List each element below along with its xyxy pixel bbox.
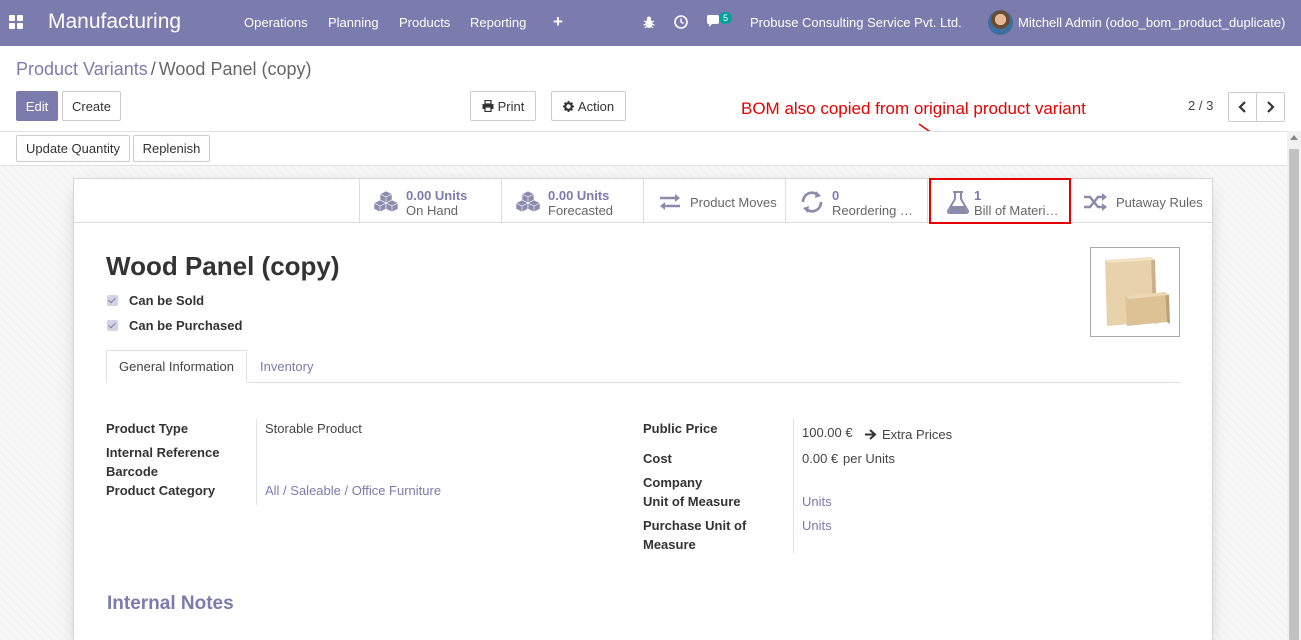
replenish-button[interactable]: Replenish xyxy=(133,135,210,162)
extra-prices-button[interactable]: Extra Prices xyxy=(864,427,952,442)
cubes-icon xyxy=(515,190,541,213)
cost-label: Cost xyxy=(643,451,672,466)
print-label: Print xyxy=(497,98,525,114)
reordering-value: 0 xyxy=(832,188,840,203)
purchase-uom-link[interactable]: Units xyxy=(802,518,832,533)
chevron-left-icon xyxy=(1238,101,1246,113)
on-hand-button[interactable]: 0.00 Units On Hand xyxy=(359,179,501,223)
breadcrumb-current: Wood Panel (copy) xyxy=(158,59,312,79)
forecasted-button[interactable]: 0.00 Units Forecasted xyxy=(501,179,643,223)
cost-unit-text: per Units xyxy=(843,451,896,466)
apps-menu-icon[interactable] xyxy=(9,15,23,29)
reordering-rules-button[interactable]: 0 Reordering … xyxy=(785,179,927,223)
product-image[interactable] xyxy=(1090,247,1180,337)
app-brand[interactable]: Manufacturing xyxy=(48,10,181,34)
extra-prices-label: Extra Prices xyxy=(882,427,953,442)
edit-button[interactable]: Edit xyxy=(16,91,58,121)
menu-reporting[interactable]: Reporting xyxy=(470,15,526,30)
pager-next-button[interactable] xyxy=(1256,92,1285,122)
reordering-label: Reordering … xyxy=(832,203,913,218)
product-name[interactable]: Wood Panel (copy) xyxy=(106,251,340,282)
clock-icon[interactable] xyxy=(673,14,689,30)
product-moves-button[interactable]: Product Moves xyxy=(643,179,785,223)
left-field-divider xyxy=(256,419,257,505)
putaway-rules-button[interactable]: Putaway Rules xyxy=(1069,179,1212,223)
unit-of-measure-link[interactable]: Units xyxy=(802,494,832,509)
can-be-purchased-label: Can be Purchased xyxy=(129,318,243,333)
public-price-label: Public Price xyxy=(643,421,718,436)
user-avatar[interactable] xyxy=(988,10,1013,35)
product-type-field[interactable]: Storable Product xyxy=(265,421,362,436)
menu-planning[interactable]: Planning xyxy=(328,15,379,30)
refresh-icon xyxy=(801,191,823,213)
company-switcher[interactable]: Probuse Consulting Service Pvt. Ltd. xyxy=(750,15,962,30)
company-label: Company xyxy=(643,475,703,490)
update-quantity-button[interactable]: Update Quantity xyxy=(16,135,130,162)
breadcrumb: Product Variants / Wood Panel (copy) xyxy=(16,59,312,80)
annotation-text: BOM also copied from original product va… xyxy=(741,99,1086,118)
print-icon xyxy=(482,100,494,112)
gear-icon xyxy=(562,100,574,112)
tab-inventory[interactable]: Inventory xyxy=(260,359,313,374)
bug-icon[interactable] xyxy=(641,14,657,30)
action-label: Action xyxy=(577,98,615,114)
internal-reference-label: Internal Reference xyxy=(106,445,220,460)
product-category-label: Product Category xyxy=(106,483,216,498)
forecasted-value: 0.00 Units xyxy=(548,188,610,203)
create-button[interactable]: Create xyxy=(62,91,121,121)
purchase-uom-label-line1: Purchase Unit of xyxy=(643,518,747,533)
can-be-sold-label: Can be Sold xyxy=(129,293,205,308)
vertical-scrollbar[interactable] xyxy=(1287,131,1301,640)
add-menu-button[interactable]: + xyxy=(553,12,563,32)
product-moves-label: Product Moves xyxy=(690,195,777,210)
product-category-link[interactable]: All / Saleable / Office Furniture xyxy=(265,483,441,498)
on-hand-label: On Hand xyxy=(406,203,459,218)
putaway-rules-label: Putaway Rules xyxy=(1116,195,1203,210)
scrollbar-thumb[interactable] xyxy=(1289,149,1299,640)
pager-value[interactable]: 2 / 3 xyxy=(1188,98,1213,113)
right-field-divider xyxy=(793,419,794,554)
breadcrumb-parent[interactable]: Product Variants xyxy=(16,59,148,79)
purchase-uom-label-line2: Measure xyxy=(643,537,696,552)
breadcrumb-separator: / xyxy=(150,59,156,79)
on-hand-value: 0.00 Units xyxy=(406,188,468,203)
random-icon xyxy=(1084,193,1107,211)
user-menu[interactable]: Mitchell Admin (odoo_bom_product_duplica… xyxy=(1018,15,1285,30)
product-type-label: Product Type xyxy=(106,421,189,436)
public-price-field[interactable]: 100.00 € xyxy=(802,425,853,440)
pager-previous-button[interactable] xyxy=(1228,92,1257,122)
exchange-icon xyxy=(660,194,680,210)
menu-operations[interactable]: Operations xyxy=(244,15,308,30)
unit-of-measure-label: Unit of Measure xyxy=(643,494,741,509)
menu-products[interactable]: Products xyxy=(399,15,450,30)
messages-count-badge: 5 xyxy=(719,12,733,24)
wood-panel-image-icon xyxy=(1105,257,1170,326)
action-button[interactable]: Action xyxy=(551,91,626,121)
forecasted-label: Forecasted xyxy=(548,203,614,218)
cost-field[interactable]: 0.00 € xyxy=(802,451,838,466)
cubes-icon xyxy=(373,190,399,213)
can-be-purchased-checkbox[interactable] xyxy=(107,320,118,331)
chevron-right-icon xyxy=(1267,101,1275,113)
tab-general-information[interactable]: General Information xyxy=(106,350,247,383)
top-navbar: Manufacturing Operations Planning Produc… xyxy=(0,0,1301,46)
arrow-right-icon xyxy=(865,429,877,440)
barcode-label: Barcode xyxy=(106,464,159,479)
scroll-up-icon[interactable] xyxy=(1290,135,1298,140)
tabs-divider xyxy=(106,382,1181,383)
annotation-highlight-box xyxy=(929,178,1071,224)
can-be-sold-checkbox[interactable] xyxy=(107,295,118,306)
print-button[interactable]: Print xyxy=(470,91,536,121)
internal-notes-heading: Internal Notes xyxy=(107,593,234,614)
form-sheet: 0.00 Units On Hand 0.00 Units Forecasted… xyxy=(73,178,1213,640)
